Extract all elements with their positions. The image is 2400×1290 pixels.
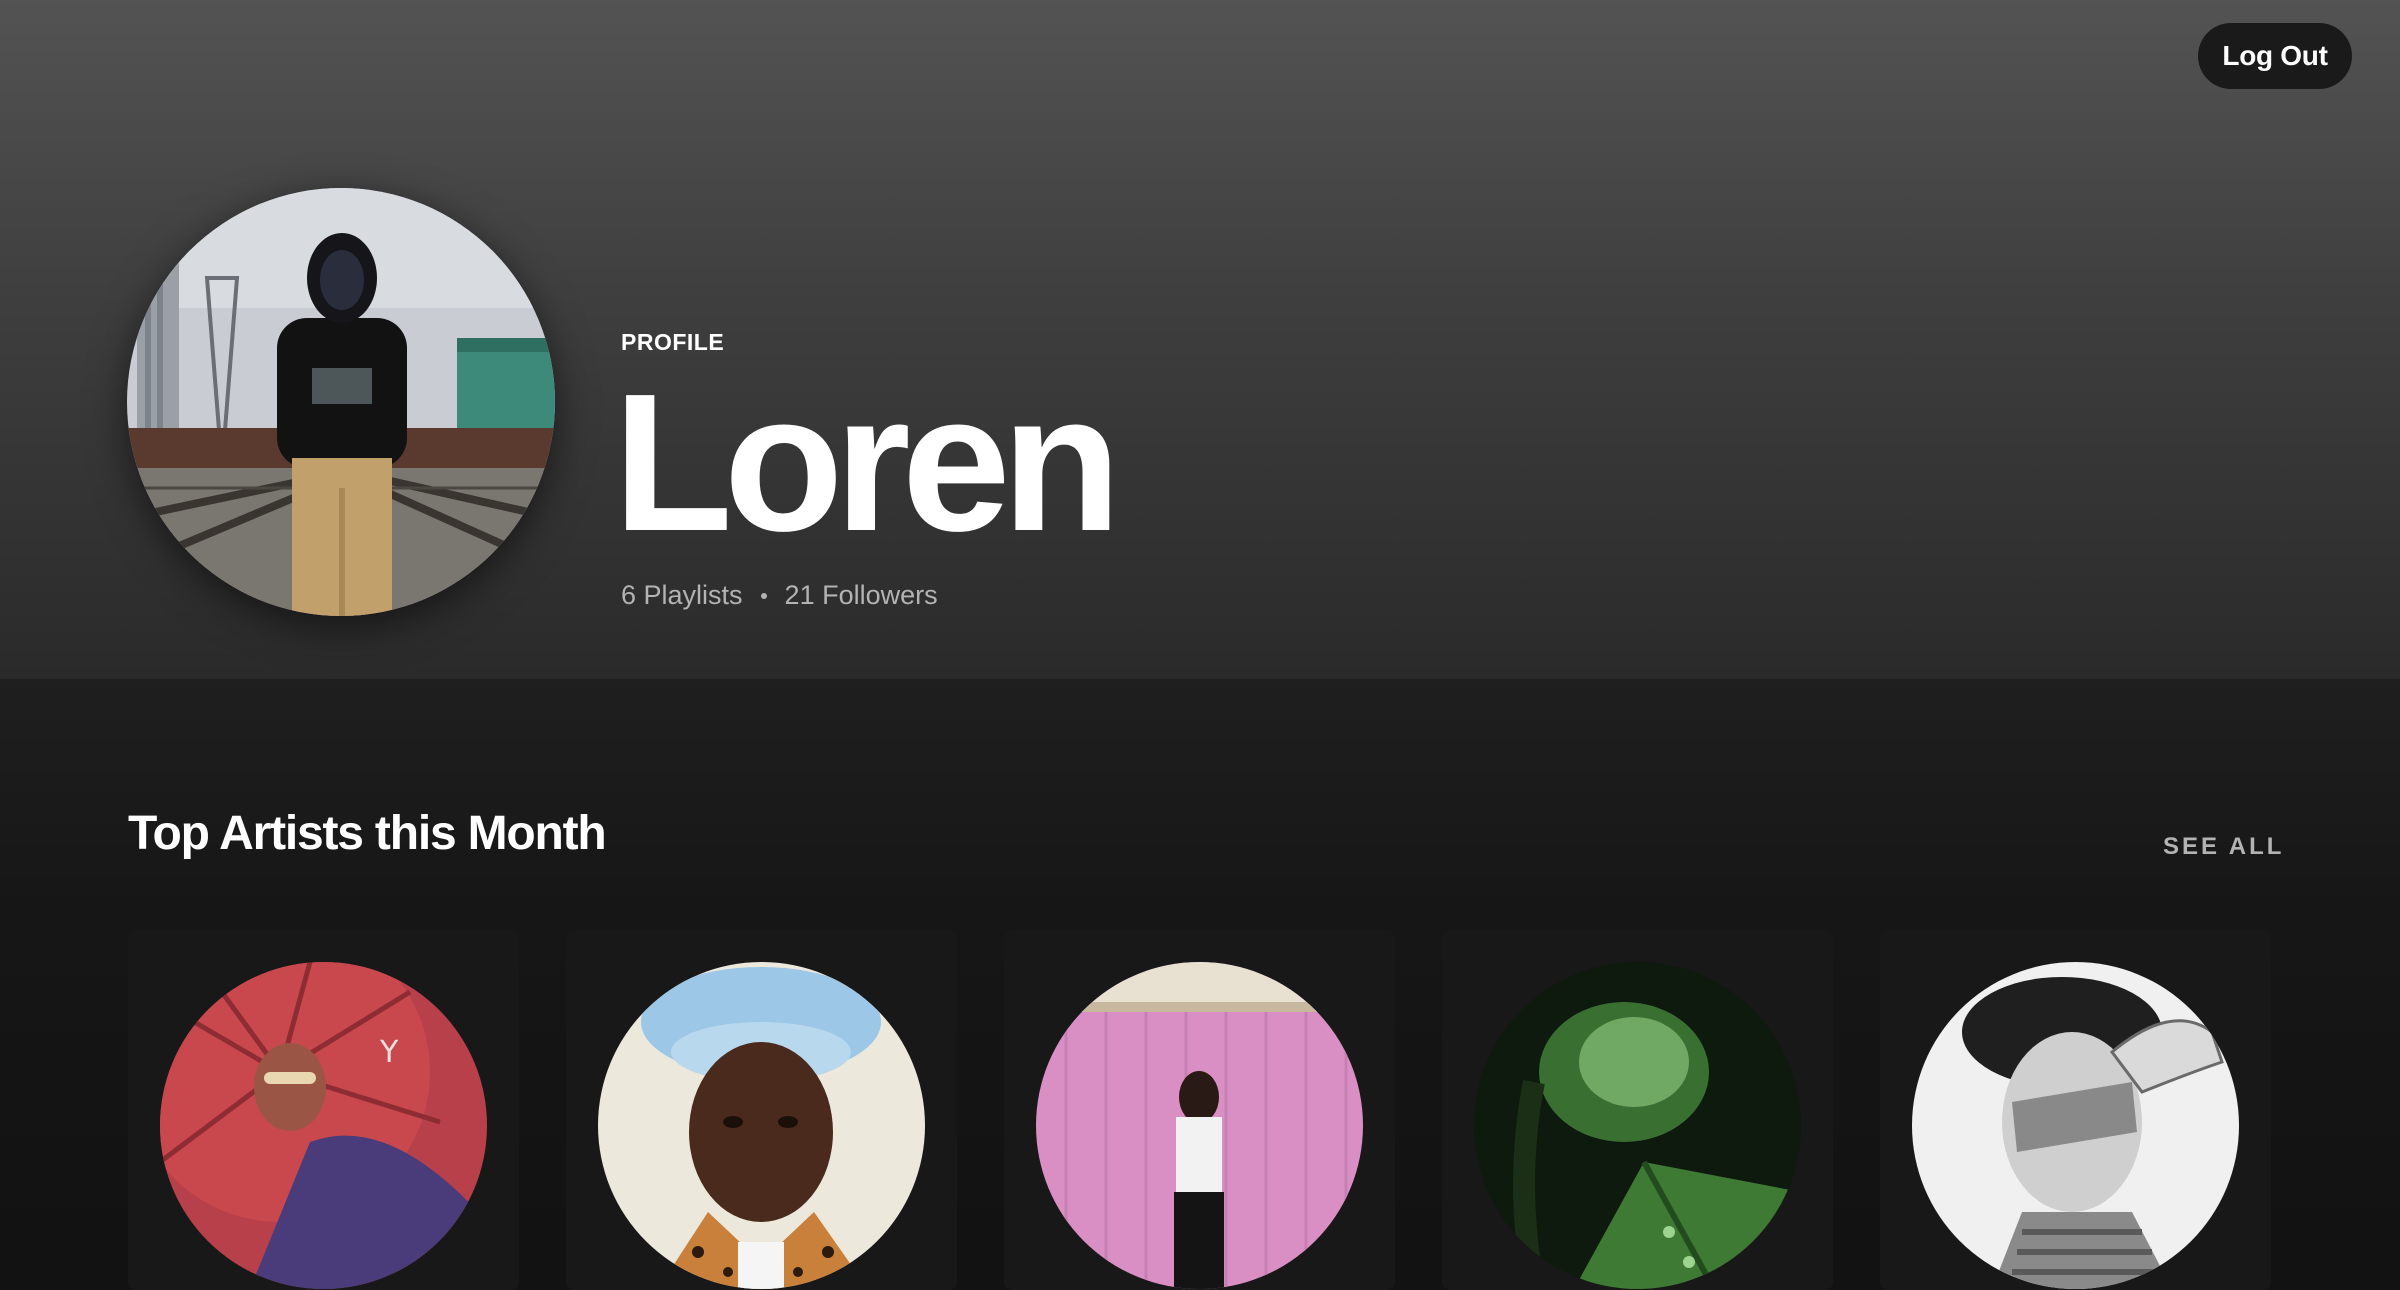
artist-image — [1036, 962, 1363, 1289]
artist-card[interactable] — [1004, 930, 1395, 1290]
artist-card[interactable] — [1880, 930, 2271, 1290]
profile-avatar — [127, 188, 555, 616]
separator-dot — [760, 592, 767, 599]
section-title: Top Artists this Month — [128, 807, 607, 860]
followers-count[interactable]: 21 Followers — [785, 580, 938, 611]
see-all-link[interactable]: SEE ALL — [2163, 833, 2284, 861]
artist-image: Y — [160, 962, 487, 1289]
profile-stats: 6 Playlists 21 Followers — [621, 580, 938, 611]
artist-card[interactable]: Y — [128, 930, 519, 1290]
artist-card[interactable] — [1442, 930, 1833, 1290]
profile-name: Loren — [613, 353, 1121, 572]
artist-image — [598, 962, 925, 1289]
artist-image — [1912, 962, 2239, 1289]
logout-button[interactable]: Log Out — [2198, 23, 2352, 89]
artist-card[interactable] — [566, 930, 957, 1290]
artist-image — [1474, 962, 1801, 1289]
svg-text:Y: Y — [379, 1035, 399, 1070]
profile-type-label: PROFILE — [621, 329, 725, 355]
playlists-count[interactable]: 6 Playlists — [621, 580, 743, 611]
